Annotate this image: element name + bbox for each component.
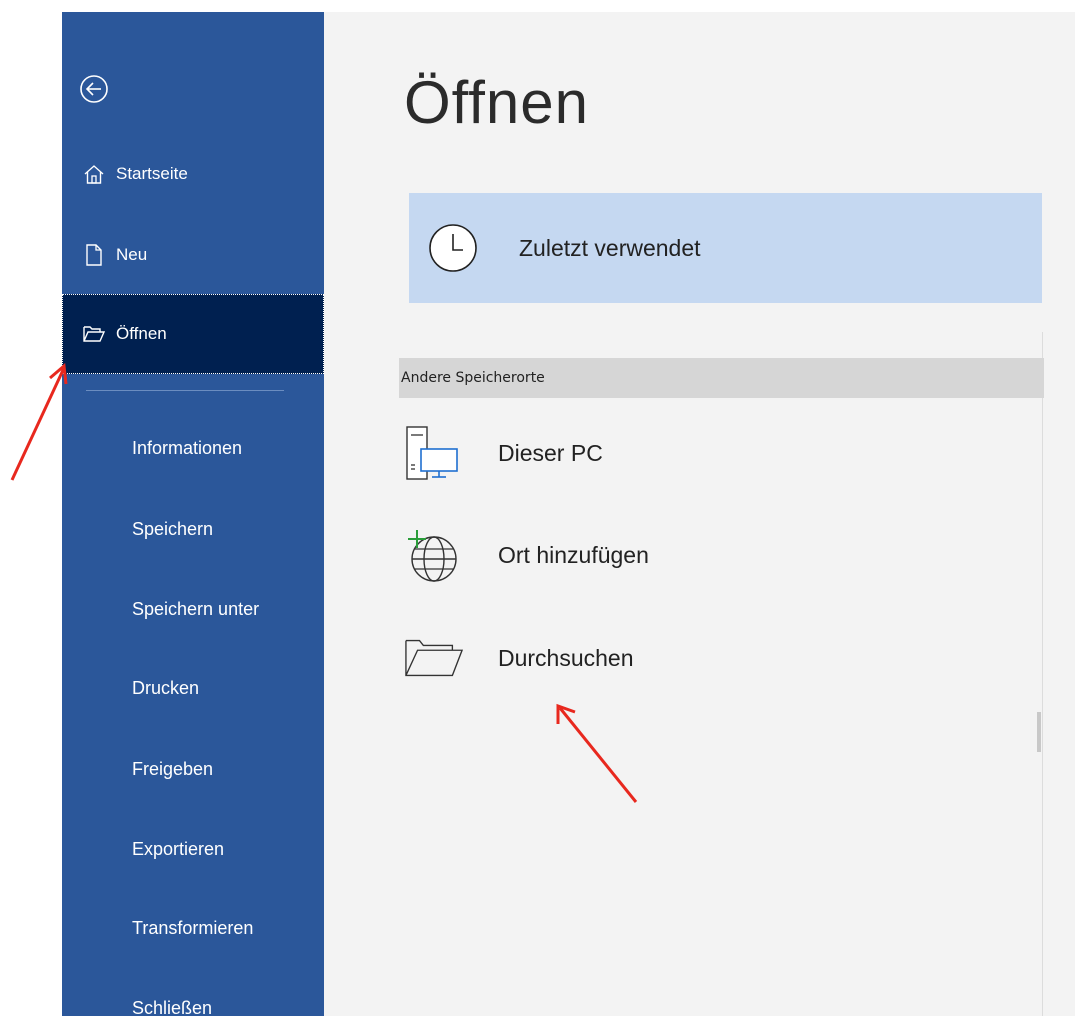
sidebar-item-drucken[interactable]: Drucken <box>132 678 199 699</box>
sidebar-item-startseite[interactable]: Startseite <box>62 152 324 196</box>
sidebar-item-speichern[interactable]: Speichern <box>132 519 213 540</box>
main-panel: Öffnen Zuletzt verwendet Andere Speicher… <box>324 12 1075 1016</box>
recent-button[interactable]: Zuletzt verwendet <box>409 193 1042 303</box>
open-folder-icon <box>82 322 106 346</box>
sidebar-item-speichern-unter[interactable]: Speichern unter <box>132 599 259 620</box>
scrollbar[interactable] <box>1037 712 1041 752</box>
back-button[interactable] <box>79 74 109 104</box>
sidebar-item-label: Neu <box>116 245 148 264</box>
sidebar-item-oeffnen[interactable]: Öffnen <box>62 294 324 374</box>
backstage-sidebar: Startseite Neu Öffnen Informationen Spei… <box>62 12 324 1016</box>
sidebar-item-label: Öffnen <box>116 324 167 343</box>
sidebar-item-neu[interactable]: Neu <box>62 233 324 277</box>
red-arrow-to-oeffnen <box>10 363 68 481</box>
location-label: Durchsuchen <box>498 644 634 671</box>
word-backstage-open-view: Startseite Neu Öffnen Informationen Spei… <box>0 0 1075 1016</box>
clock-icon <box>429 224 477 272</box>
sidebar-item-exportieren[interactable]: Exportieren <box>132 839 224 860</box>
location-ort-hinzufuegen[interactable]: Ort hinzufügen <box>404 519 1044 591</box>
sidebar-item-transformieren[interactable]: Transformieren <box>132 918 253 939</box>
add-place-globe-icon <box>404 525 464 585</box>
recent-label: Zuletzt verwendet <box>519 234 701 261</box>
location-dieser-pc[interactable]: Dieser PC <box>404 417 1044 489</box>
this-pc-icon <box>404 423 464 483</box>
home-icon <box>82 162 106 186</box>
sidebar-item-schliessen[interactable]: Schließen <box>132 998 212 1016</box>
new-document-icon <box>82 243 106 267</box>
location-label: Ort hinzufügen <box>498 541 649 568</box>
section-header: Andere Speicherorte <box>399 358 1044 398</box>
sidebar-item-informationen[interactable]: Informationen <box>132 438 242 459</box>
sidebar-item-label: Startseite <box>116 164 188 183</box>
sidebar-item-freigeben[interactable]: Freigeben <box>132 759 213 780</box>
browse-folder-icon <box>404 628 464 688</box>
location-durchsuchen[interactable]: Durchsuchen <box>404 622 1044 694</box>
back-arrow-circle-icon <box>80 75 108 103</box>
sidebar-divider <box>86 390 284 391</box>
page-title: Öffnen <box>404 69 590 136</box>
location-label: Dieser PC <box>498 439 603 466</box>
